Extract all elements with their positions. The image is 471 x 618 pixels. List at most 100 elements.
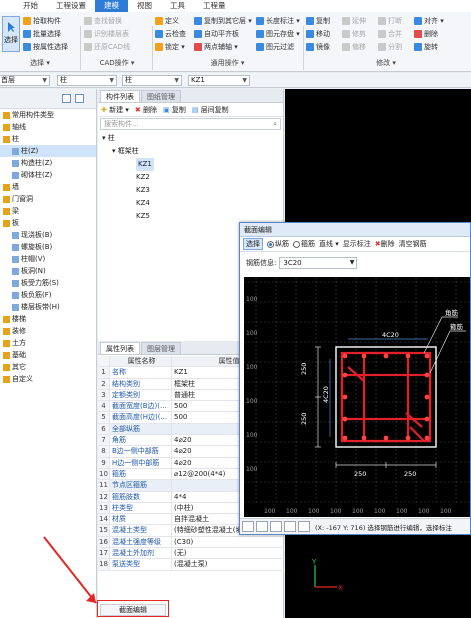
delete-component-button[interactable]: ✖ 删除 <box>135 105 157 115</box>
new-button[interactable]: ✚ 新建 ▾ <box>101 105 129 115</box>
rebar-dot[interactable] <box>342 394 348 400</box>
length-dimension-button[interactable]: 长度标注 ▾ <box>256 15 300 26</box>
tab-component-list[interactable]: 构件列表 <box>100 90 140 102</box>
element-save-button[interactable]: 图元存盘 ▾ <box>256 28 300 39</box>
tree-item[interactable]: 板洞(N) <box>0 265 96 277</box>
offset-button[interactable]: 偏移 <box>342 41 366 52</box>
longitudinal-radio[interactable]: 纵筋 <box>267 239 289 249</box>
tree-item[interactable]: 自定义 <box>0 373 96 385</box>
rebar-dot[interactable] <box>342 353 348 359</box>
tree-item[interactable]: 板负筋(F) <box>0 289 96 301</box>
mirror-button[interactable]: 镜像 <box>306 41 330 52</box>
delete-button[interactable]: 删除 <box>414 28 444 39</box>
category-combo[interactable]: 柱 ▼ <box>57 75 117 86</box>
tree-item[interactable]: 柱(Z) <box>0 145 96 157</box>
common-group-label[interactable]: 通用操作 ▾ <box>155 58 300 68</box>
rebar-dot[interactable] <box>424 394 430 400</box>
tree-node-column[interactable]: ▾ 柱 <box>102 132 283 145</box>
element-combo[interactable]: KZ1 ▼ <box>188 75 250 86</box>
rebar-dot[interactable] <box>405 435 411 441</box>
stirrup-radio[interactable]: 箍筋 <box>293 239 315 249</box>
extend-button[interactable]: 延伸 <box>342 15 366 26</box>
rebar-dot[interactable] <box>342 372 348 378</box>
break-button[interactable]: 打断 <box>378 15 402 26</box>
lock-button[interactable]: 锁定 ▾ <box>155 41 186 52</box>
find-replace-button[interactable]: 查找替换 <box>84 15 130 26</box>
tree-item[interactable]: 门窗洞 <box>0 193 96 205</box>
merge-button[interactable]: 合并 <box>378 28 402 39</box>
align-button[interactable]: 对齐 ▾ <box>414 15 444 26</box>
tab-property-list[interactable]: 属性列表 <box>100 342 140 354</box>
top-rebar-label[interactable]: 4C20 <box>382 331 399 339</box>
tree-item[interactable]: 柱帽(V) <box>0 253 96 265</box>
property-value[interactable]: (无) <box>172 548 284 558</box>
stirrups[interactable] <box>340 351 432 443</box>
tree-item[interactable]: 构造柱(Z) <box>0 157 96 169</box>
menu-tab-start[interactable]: 开始 <box>14 0 47 12</box>
tree-item[interactable]: 墙 <box>0 181 96 193</box>
cad-group-label[interactable]: CAD操作 ▾ <box>82 58 152 68</box>
two-point-axis-button[interactable]: 两点辅轴 ▾ <box>194 41 252 52</box>
tree-item[interactable]: 其它 <box>0 361 96 373</box>
property-value[interactable]: (C30) <box>172 537 284 547</box>
tree-item[interactable]: 基础 <box>0 349 96 361</box>
cloud-check-button[interactable]: 云检查 <box>155 28 186 39</box>
rebar-dot[interactable] <box>424 416 430 422</box>
snap-button[interactable] <box>242 521 254 532</box>
side-rebar-label[interactable]: 4C20 <box>322 386 330 403</box>
copy-button[interactable]: 复制 <box>306 15 330 26</box>
section-drawing-area[interactable]: 100 100 100 100 100 100 100 100 100 100 100 100 100 1… <box>244 277 470 517</box>
tree-item[interactable]: 柱 <box>0 133 96 145</box>
component-item[interactable]: KZ2 <box>102 171 283 184</box>
component-search-input[interactable]: 搜索构件... ⌕ <box>100 118 281 130</box>
tree-item[interactable]: 砌体柱(Z) <box>0 169 96 181</box>
tree-item[interactable]: 板受力筋(S) <box>0 277 96 289</box>
copy-between-floors-button[interactable]: ▤ 层间复制 <box>192 105 229 115</box>
rebar-dot[interactable] <box>361 435 367 441</box>
line-mode-dropdown[interactable]: 直线 ▾ <box>319 239 339 249</box>
perpendicular-button[interactable] <box>270 521 282 532</box>
menu-tab-project-settings[interactable]: 工程设置 <box>47 0 95 12</box>
show-label-button[interactable]: 显示标注 <box>343 239 371 249</box>
list-view-icon[interactable] <box>62 94 71 103</box>
tree-node-frame-column[interactable]: ▾ 框架柱 <box>102 145 283 158</box>
ortho-button[interactable] <box>256 521 268 532</box>
menu-tab-view[interactable]: 视图 <box>128 0 161 12</box>
clear-rebar-button[interactable]: 清空钢筋 <box>399 239 427 249</box>
floor-combo[interactable]: 首层 ▼ <box>0 75 50 86</box>
component-item[interactable]: KZ3 <box>102 184 283 197</box>
tree-item[interactable]: 装修 <box>0 325 96 337</box>
select-tool-button[interactable]: 选择 <box>2 16 20 52</box>
element-filter-button[interactable]: 图元过滤 <box>256 41 300 52</box>
tree-item[interactable]: 现浇板(B) <box>0 229 96 241</box>
rebar-dot[interactable] <box>383 435 389 441</box>
property-row[interactable]: 17 混凝土外加剂 (无) <box>98 548 284 560</box>
component-item[interactable]: KZ4 <box>102 197 283 210</box>
property-row[interactable]: 18 泵送类型 (混凝土泵) <box>98 559 284 571</box>
tree-item[interactable]: 梁 <box>0 205 96 217</box>
auto-align-slab-button[interactable]: 自动平齐板 <box>194 28 252 39</box>
component-item[interactable]: KZ1 <box>102 158 283 171</box>
rebar-dot[interactable] <box>424 372 430 378</box>
select-group-label[interactable]: 选择 ▾ <box>0 58 80 68</box>
menu-tab-tools[interactable]: 工具 <box>161 0 194 12</box>
restore-cad-line-button[interactable]: 还原CAD线 <box>84 41 130 52</box>
trim-button[interactable]: 修剪 <box>342 28 366 39</box>
tree-item[interactable]: 土方 <box>0 337 96 349</box>
rebar-dot[interactable] <box>424 435 430 441</box>
rebar-dot[interactable] <box>383 353 389 359</box>
dialog-select-button[interactable]: 选择 <box>243 238 263 250</box>
menu-tab-quantities[interactable]: 工程量 <box>194 0 235 12</box>
rebar-dot[interactable] <box>424 353 430 359</box>
subcategory-combo[interactable]: 柱 ▼ <box>122 75 182 86</box>
rebar-dot[interactable] <box>342 435 348 441</box>
tree-item[interactable]: 楼梯 <box>0 313 96 325</box>
tree-item[interactable]: 楼层板带(H) <box>0 301 96 313</box>
rebar-dot[interactable] <box>342 416 348 422</box>
tree-item[interactable]: 板 <box>0 217 96 229</box>
dialog-delete-button[interactable]: ✖删除 <box>375 239 395 249</box>
grid-button[interactable] <box>284 521 296 532</box>
property-row[interactable]: 16 混凝土强度等级 (C30) <box>98 536 284 549</box>
menu-tab-modeling[interactable]: 建模 <box>95 0 128 12</box>
tab-drawing-management[interactable]: 图纸管理 <box>141 90 181 102</box>
